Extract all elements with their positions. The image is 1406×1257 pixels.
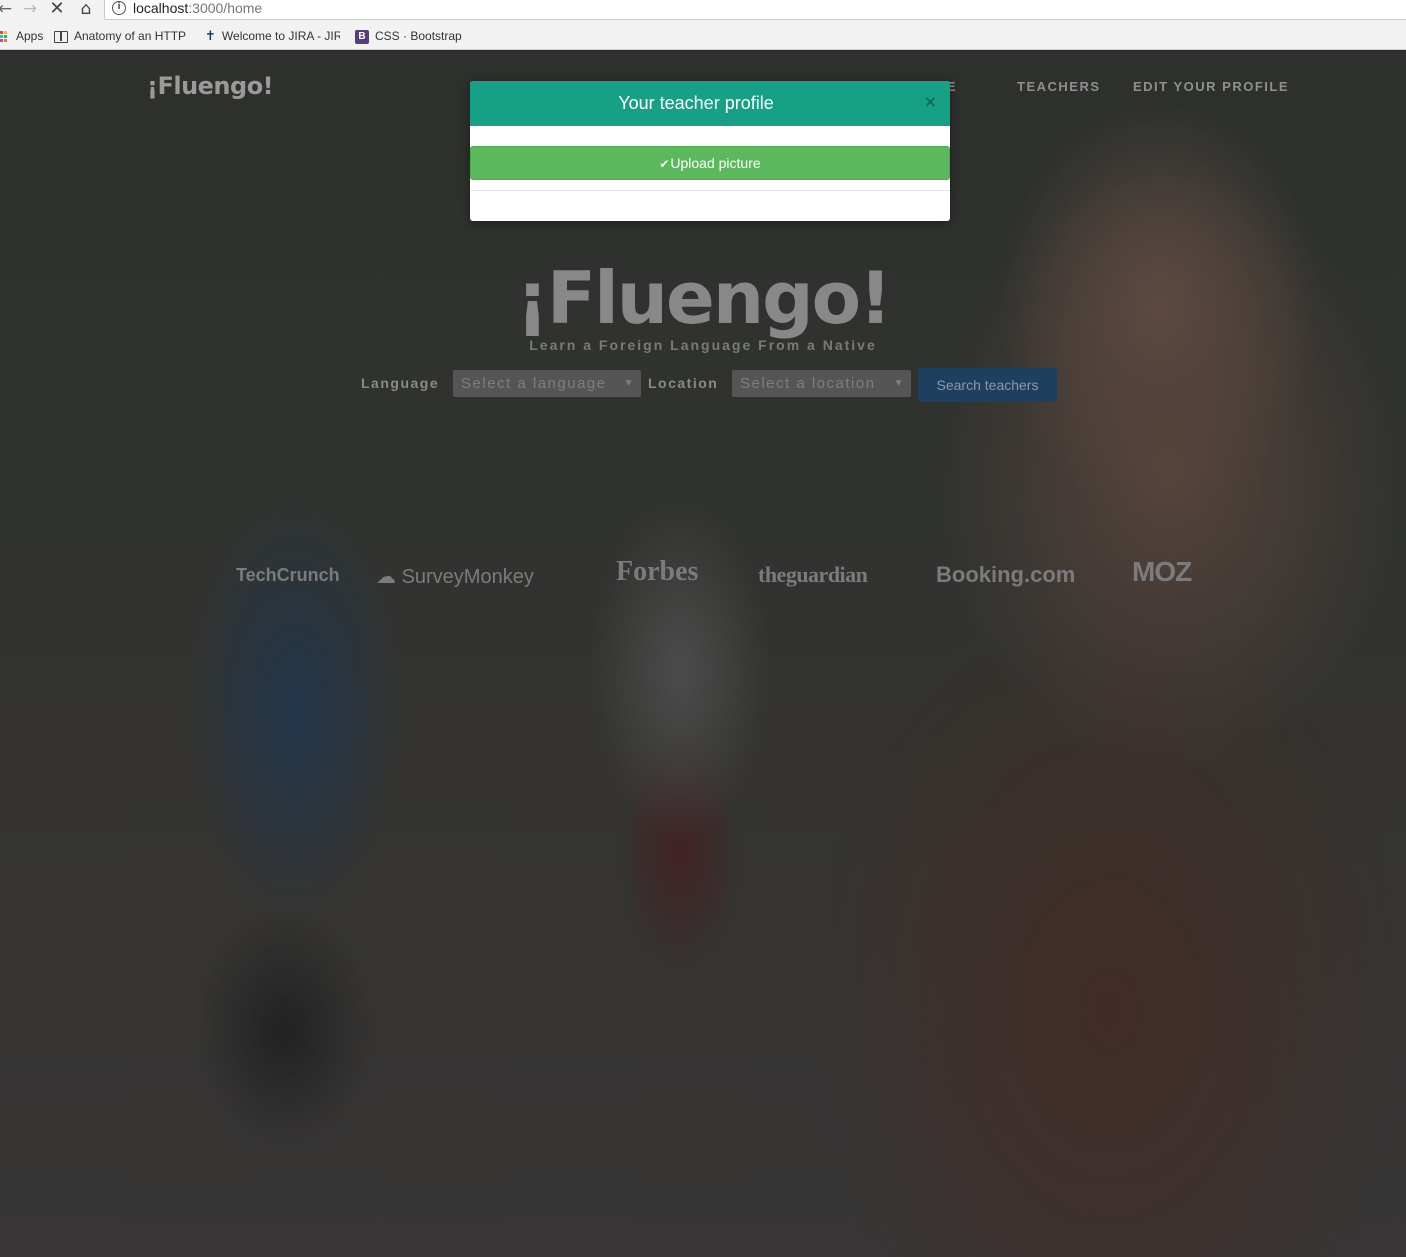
check-icon: ✔ — [659, 157, 670, 171]
language-select[interactable]: Select a language ▼ — [453, 370, 641, 397]
site-logo[interactable]: ¡Fluengo! — [147, 72, 274, 100]
caret-down-icon: ▼ — [623, 378, 635, 389]
book-icon — [54, 30, 68, 43]
hero-logo: ¡Fluengo! — [516, 256, 892, 340]
search-teachers-button[interactable]: Search teachers — [918, 368, 1057, 402]
bookmark-jira[interactable]: ✝ Welcome to JIRA - JIR — [205, 27, 340, 45]
info-icon[interactable]: i — [112, 1, 126, 15]
hero-subtitle: Learn a Foreign Language From a Native — [529, 337, 877, 353]
address-bar[interactable]: i localhost:3000/home — [104, 0, 1406, 20]
url-text: localhost:3000/home — [133, 0, 263, 16]
bookmark-anatomy-http[interactable]: Anatomy of an HTTP T — [54, 27, 189, 45]
bookmarks-bar: Apps Anatomy of an HTTP T ✝ Welcome to JI… — [0, 22, 1406, 50]
forward-icon[interactable]: → — [19, 0, 41, 18]
press-logo-moz: MOZ — [1132, 556, 1192, 587]
home-icon[interactable]: ⌂ — [75, 0, 97, 18]
bookmark-bootstrap[interactable]: B CSS · Bootstrap — [355, 27, 462, 45]
caret-down-icon: ▼ — [893, 378, 905, 389]
location-select[interactable]: Select a location ▼ — [732, 370, 911, 397]
nav-edit-profile[interactable]: EDIT YOUR PROFILE — [1133, 79, 1289, 94]
teacher-profile-modal: Your teacher profile × ✔Upload picture — [470, 81, 950, 221]
monkey-icon: ☁ — [376, 566, 396, 588]
press-logo-forbes: Forbes — [616, 556, 699, 587]
page-background: ¡Fluengo! HOME TEACHERS EDIT YOUR PROFIL… — [0, 51, 1406, 1257]
stop-loading-icon[interactable]: ✕ — [46, 0, 68, 18]
close-icon[interactable]: × — [924, 92, 937, 111]
language-label: Language — [361, 375, 440, 391]
jira-icon: ✝ — [205, 28, 216, 44]
back-icon[interactable]: ← — [0, 0, 16, 18]
bootstrap-icon: B — [355, 29, 369, 44]
modal-divider — [470, 190, 950, 191]
browser-toolbar: ← → ✕ ⌂ i localhost:3000/home — [0, 0, 1406, 22]
press-logo-guardian: theguardian — [758, 562, 868, 587]
apps-grid-icon — [0, 30, 10, 43]
upload-picture-button[interactable]: ✔Upload picture — [470, 146, 950, 180]
location-label: Location — [648, 375, 719, 391]
modal-header: Your teacher profile × — [470, 81, 950, 126]
nav-teachers[interactable]: TEACHERS — [1017, 79, 1101, 94]
bookmark-apps[interactable]: Apps — [0, 27, 43, 45]
press-logo-booking: Booking.com — [936, 562, 1076, 587]
press-logo-surveymonkey: ☁ SurveyMonkey — [376, 566, 534, 588]
press-logo-techcrunch: TechCrunch — [236, 565, 340, 585]
modal-title: Your teacher profile — [618, 93, 774, 113]
